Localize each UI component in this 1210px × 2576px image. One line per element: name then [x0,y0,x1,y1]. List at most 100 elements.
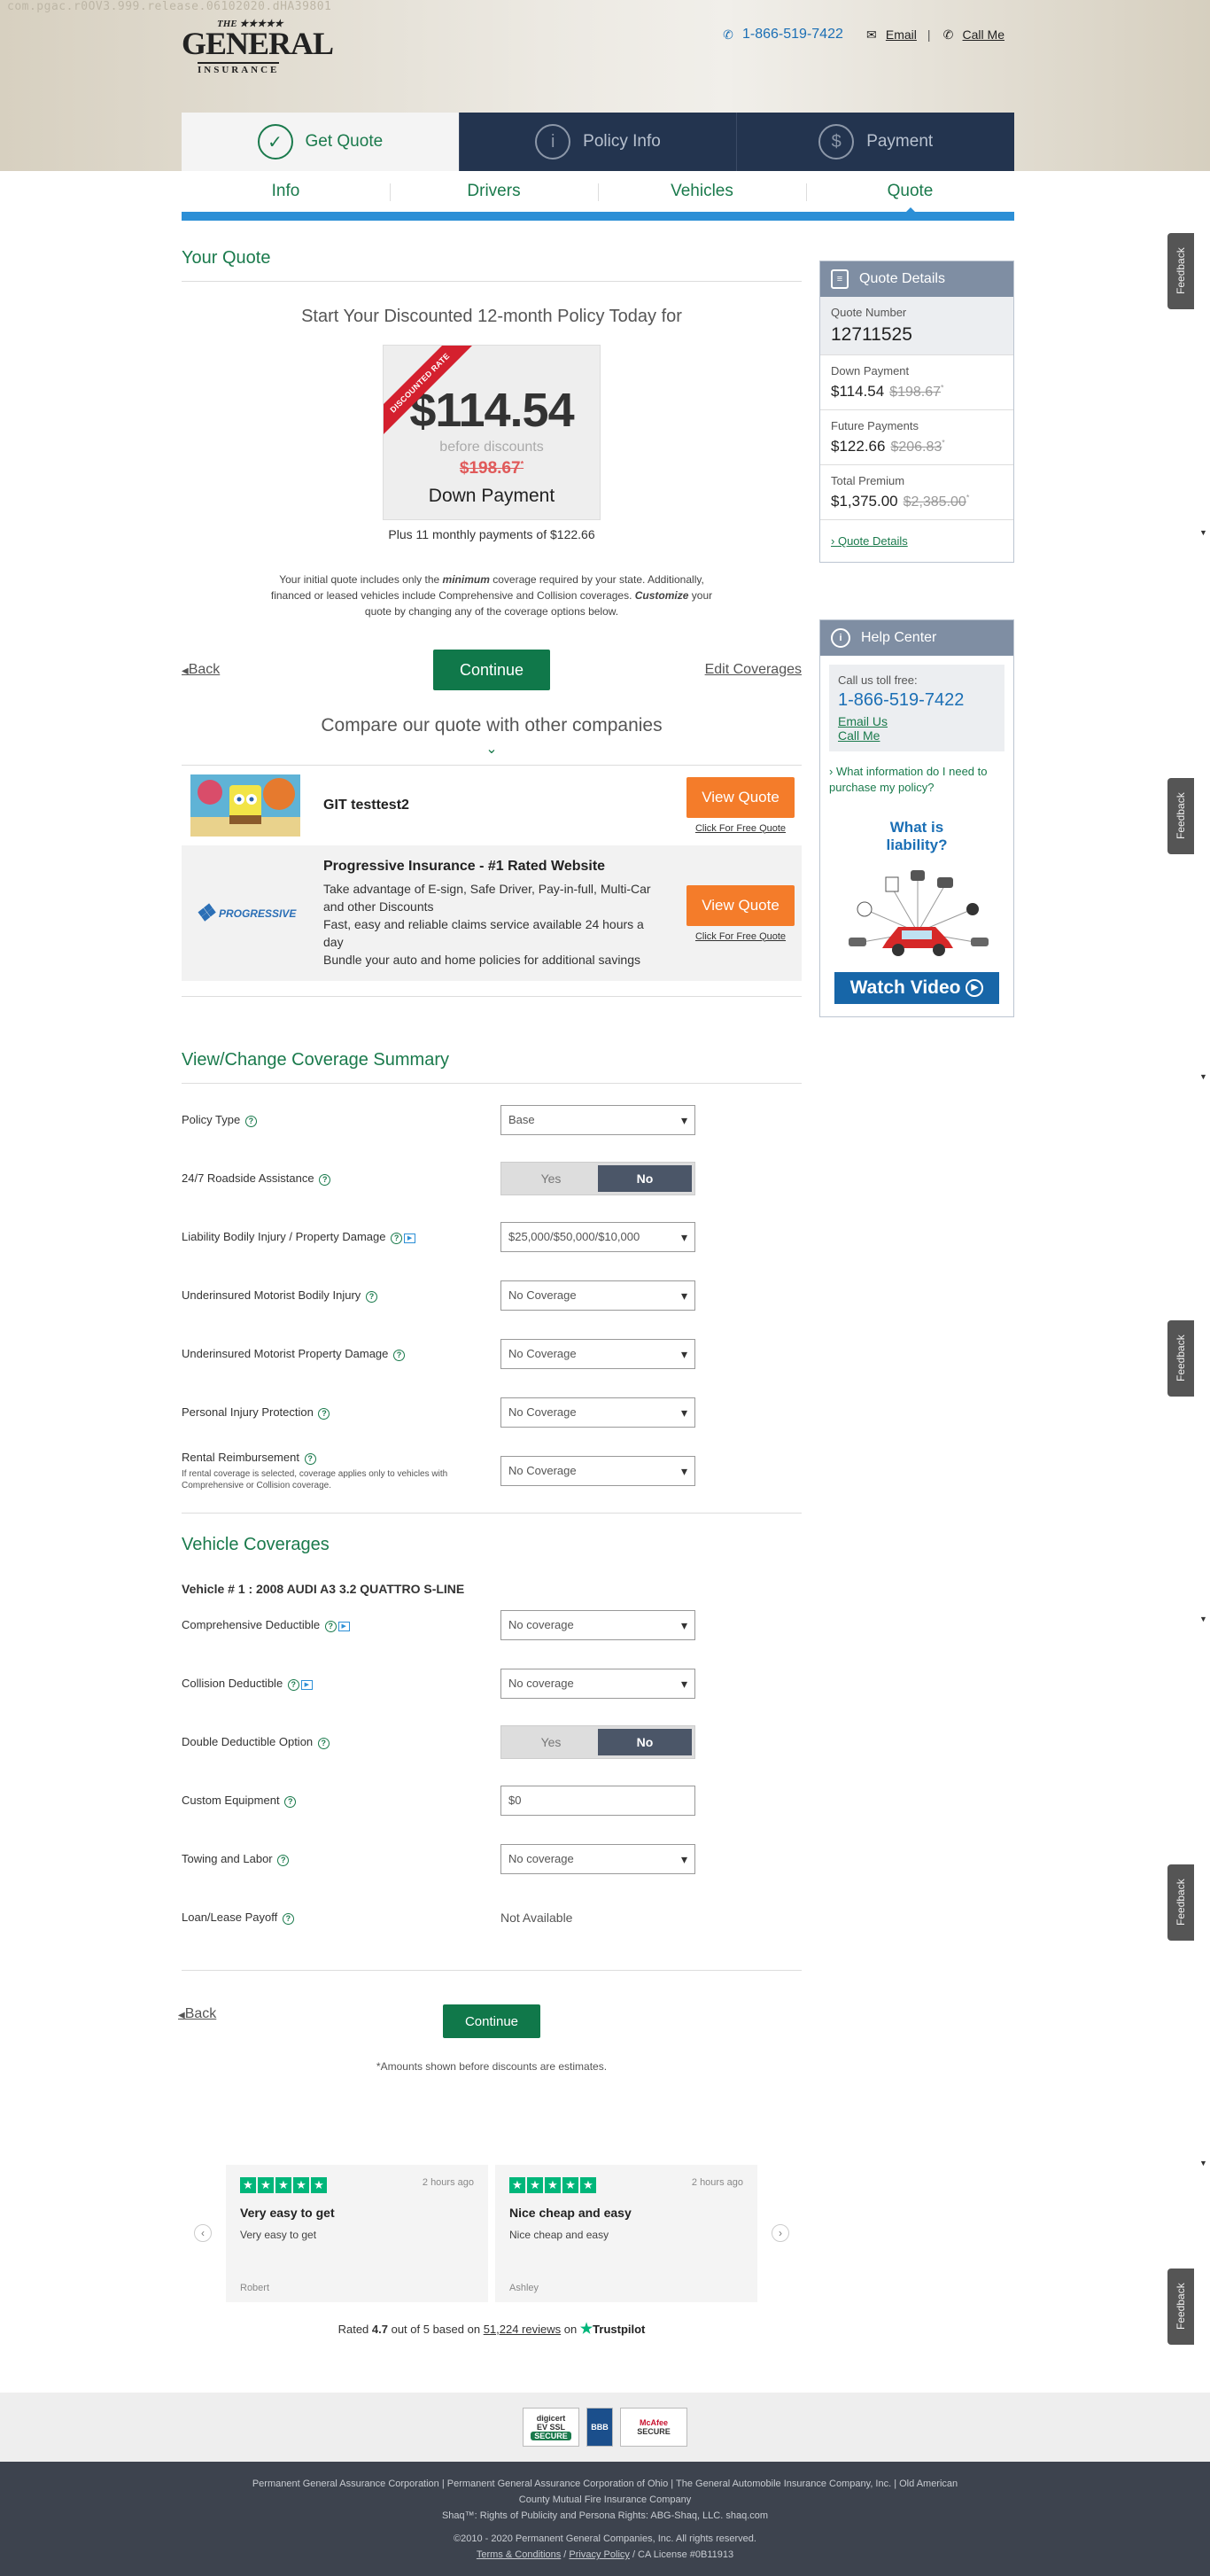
quote-details-title: Quote Details [859,271,945,286]
coverage-label: Liability Bodily Injury / Property Damag… [182,1230,500,1244]
coverage-row-policy-type: Policy Type ? Base [182,1091,802,1149]
total-premium-values: $1,375.00 $2,385.00* [831,493,1003,510]
free-quote-link[interactable]: Click For Free Quote [686,931,795,942]
continue-button[interactable]: Continue [443,2004,540,2038]
view-quote-button[interactable]: View Quote [686,776,795,818]
towing-select[interactable]: No coverage [500,1844,695,1874]
tab-drivers[interactable]: Drivers [390,171,598,212]
help-center-header: i Help Center [820,620,1013,656]
badge-line: SECURE [637,2427,671,2436]
help-icon[interactable]: ? [365,1290,377,1303]
star-icon: ★ [580,2177,596,2193]
toggle-yes[interactable]: Yes [504,1729,598,1755]
coverage-row-custom-equipment: Custom Equipment ? $0 [182,1771,802,1830]
video-icon[interactable]: ▶ [300,1679,313,1690]
header-email-link[interactable]: Email [886,27,917,42]
tab-vehicles[interactable]: Vehicles [598,171,806,212]
help-icon[interactable]: ? [284,1795,297,1808]
tab-quote[interactable]: Quote [806,171,1014,214]
header-phone-link[interactable]: 1-866-519-7422 [742,27,843,43]
company-name: GIT testtest2 [323,797,409,813]
feedback-tab[interactable]: Feedback [1167,1320,1194,1397]
trustpilot-reviews: ‹ › ★ ★ ★ ★ ★ 2 hours ago Very easy to get V… [194,2165,789,2338]
quote-details-link[interactable]: › Quote Details [820,519,1013,562]
quote-number-label: Quote Number [831,306,907,319]
future-payments-values: $122.66 $206.83* [831,438,1003,455]
coverage-row-rental: Rental Reimbursement ? If rental coverage… [182,1442,802,1500]
help-phone-link[interactable]: 1-866-519-7422 [838,690,996,711]
tab-info[interactable]: Info [182,171,390,212]
liability-select[interactable]: $25,000/$50,000/$10,000 [500,1222,695,1252]
quote-intro: Start Your Discounted 12-month Policy To… [301,307,682,326]
chevron-down-icon[interactable]: ⌄ [182,740,802,758]
help-icon[interactable]: ? [319,1173,331,1186]
company-row: GIT testtest2 View Quote Click For Free … [182,769,802,842]
help-icon[interactable]: ? [393,1349,406,1361]
collision-select[interactable]: No coverage [500,1669,695,1699]
header-call-me-link[interactable]: Call Me [963,27,1004,42]
rating-score: 4.7 [371,2323,388,2336]
back-link[interactable]: ◀Back [178,2006,216,2022]
asterisk-mark: * [966,493,970,502]
view-quote-button[interactable]: View Quote [686,884,795,926]
down-payment-block: Down Payment $114.54 $198.67* [820,354,1013,409]
review-count-link[interactable]: 51,224 reviews [484,2323,561,2336]
coverage-label-text: Collision Deductible [182,1677,283,1691]
uim-property-damage-select[interactable]: No Coverage [500,1339,695,1369]
comprehensive-select[interactable]: No coverage [500,1610,695,1640]
description-line: Fast, easy and reliable claims service a… [323,916,644,949]
pip-select[interactable]: No Coverage [500,1397,695,1428]
help-icon[interactable]: ? [287,1678,299,1691]
the-general-logo[interactable]: THE ★★★★★ GENERAL INSURANCE [182,16,334,75]
info-icon: i [535,124,571,160]
continue-button[interactable]: Continue [433,650,550,690]
digicert-badge[interactable]: digicert EV SSL SECURE [523,2408,579,2447]
company-name: Progressive Insurance - #1 Rated Website [323,858,606,874]
mcafee-badge[interactable]: McAfee SECURE [620,2408,687,2447]
help-icon[interactable]: ? [317,1737,330,1749]
free-quote-link[interactable]: Click For Free Quote [686,823,795,834]
rental-reimbursement-select[interactable]: No Coverage [500,1456,695,1486]
step-get-quote[interactable]: ✓ Get Quote [182,113,459,171]
chevron-right-icon[interactable]: › [772,2224,789,2242]
purchase-info-link[interactable]: › What information do I need to purchase… [829,764,1004,796]
toggle-no[interactable]: No [598,1729,692,1755]
feedback-tab[interactable]: Feedback [1167,2269,1194,2345]
step-payment[interactable]: $ Payment [736,113,1015,171]
toggle-yes[interactable]: Yes [504,1165,598,1192]
help-icon[interactable]: ? [324,1620,337,1632]
step-policy-info[interactable]: i Policy Info [458,113,737,171]
feedback-tab[interactable]: Feedback [1167,778,1194,854]
help-icon[interactable]: ? [304,1452,316,1465]
help-icon[interactable]: ? [391,1232,403,1244]
asterisk-mark: * [942,438,945,447]
email-us-link[interactable]: Email Us [838,714,996,728]
coverage-row-double-deductible: Double Deductible Option ? Yes No [182,1713,802,1771]
call-me-link[interactable]: Call Me [838,728,996,743]
watch-video-button[interactable]: Watch Video ▶ [834,972,999,1004]
privacy-link[interactable]: Privacy Policy [569,2549,629,2560]
edit-coverages-link[interactable]: Edit Coverages [705,662,802,678]
custom-equipment-input[interactable]: $0 [500,1786,695,1816]
badge-line: EV SSL [536,2423,565,2432]
trustpilot-logo[interactable]: ★Trustpilot [580,2322,646,2337]
uim-bodily-injury-select[interactable]: No Coverage [500,1280,695,1311]
help-icon[interactable]: ? [318,1407,330,1420]
total-premium-value: $1,375.00 [831,493,898,510]
video-icon[interactable]: ▶ [404,1233,416,1243]
toggle-no[interactable]: No [598,1165,692,1192]
footer-companies: Permanent General Assurance Corporation … [252,2479,958,2489]
policy-type-select[interactable]: Base [500,1105,695,1135]
back-link[interactable]: ◀Back [182,662,220,678]
feedback-tab[interactable]: Feedback [1167,1864,1194,1941]
help-icon[interactable]: ? [282,1912,294,1925]
coverage-label: Loan/Lease Payoff ? [182,1911,500,1925]
bbb-badge[interactable]: BBB [586,2408,613,2447]
terms-link[interactable]: Terms & Conditions [477,2549,561,2560]
help-icon[interactable]: ? [244,1115,257,1127]
help-icon[interactable]: ? [277,1854,290,1866]
review-body: Very easy to get [240,2229,317,2241]
video-icon[interactable]: ▶ [337,1621,350,1631]
chevron-left-icon[interactable]: ‹ [194,2224,212,2242]
feedback-tab[interactable]: Feedback [1167,233,1194,309]
